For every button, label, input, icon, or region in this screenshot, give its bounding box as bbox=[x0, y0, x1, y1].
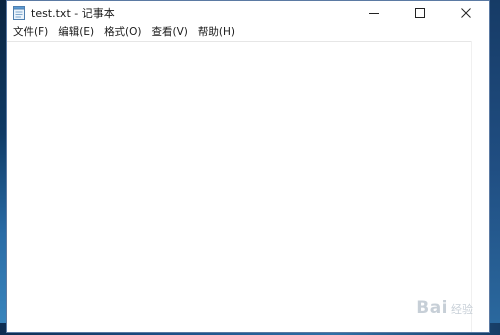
menu-help[interactable]: 帮助(H) bbox=[194, 24, 239, 41]
close-button[interactable] bbox=[443, 1, 489, 24]
notepad-window: test.txt - 记事本 文件(F) 编辑(E) 格式(O) 查看(V) 帮… bbox=[6, 0, 490, 333]
menu-format[interactable]: 格式(O) bbox=[100, 24, 145, 41]
watermark-subtext: 经验 bbox=[451, 303, 473, 316]
watermark-text: Bai bbox=[416, 298, 448, 318]
notepad-icon bbox=[13, 5, 25, 20]
close-icon bbox=[461, 7, 471, 18]
watermark: Bai 经验 bbox=[416, 298, 473, 318]
menu-view[interactable]: 查看(V) bbox=[148, 24, 192, 41]
vertical-scrollbar[interactable] bbox=[471, 41, 489, 332]
minimize-button[interactable] bbox=[351, 1, 397, 24]
minimize-icon bbox=[369, 8, 379, 18]
text-editor-area[interactable] bbox=[7, 41, 472, 332]
window-controls bbox=[351, 1, 489, 24]
maximize-icon bbox=[415, 7, 425, 18]
desktop-right-strip bbox=[490, 0, 500, 335]
menu-bar: 文件(F) 编辑(E) 格式(O) 查看(V) 帮助(H) bbox=[7, 24, 489, 41]
menu-edit[interactable]: 编辑(E) bbox=[54, 24, 98, 41]
menu-file[interactable]: 文件(F) bbox=[9, 24, 52, 41]
title-bar[interactable]: test.txt - 记事本 bbox=[7, 1, 489, 24]
window-title: test.txt - 记事本 bbox=[31, 6, 115, 20]
maximize-button[interactable] bbox=[397, 1, 443, 24]
